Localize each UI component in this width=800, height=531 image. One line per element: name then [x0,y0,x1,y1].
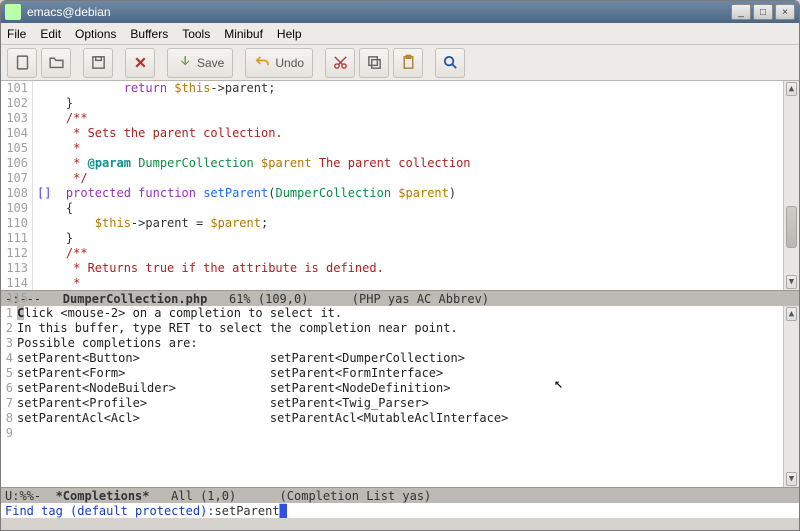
modeline-status: U:%%- [5,489,56,503]
modeline-position: All (1,0) [150,489,237,503]
save-button-icon[interactable] [83,48,113,78]
scroll-thumb[interactable] [786,206,797,248]
text-caret: █ [280,504,287,518]
menu-help[interactable]: Help [277,27,302,41]
scroll-down-arrow[interactable]: ▼ [786,275,797,289]
line-number-gutter: 1011021031041051061071081091101111121131… [1,81,33,290]
scissors-icon [332,54,349,71]
undo-button[interactable]: Undo [245,48,313,78]
menu-tools[interactable]: Tools [182,27,210,41]
editor-pane[interactable]: 1011021031041051061071081091101111121131… [1,81,799,290]
modeline-mode: (Completion List yas) [236,489,431,503]
open-file-button[interactable] [41,48,71,78]
close-button[interactable] [125,48,155,78]
modeline-filename: *Completions* [56,489,150,503]
completions-gutter: 123456789 [1,306,15,487]
window-minimize-button[interactable]: _ [731,4,751,20]
modeline-filename: DumperCollection.php [63,292,208,306]
file-icon [14,54,31,71]
window-titlebar: emacs@debian _ □ × [1,1,799,23]
cut-button[interactable] [325,48,355,78]
menu-bar: File Edit Options Buffers Tools Minibuf … [1,23,799,45]
window-title: emacs@debian [27,5,729,19]
mouse-cursor-icon: ↖ [554,376,563,391]
modeline-mode: (PHP yas AC Abbrev) [308,292,489,306]
x-icon [132,54,149,71]
code-content[interactable]: return $this->parent; } /** * Sets the p… [33,81,783,290]
paste-button[interactable] [393,48,423,78]
modeline-editor: -:--- DumperCollection.php 61% (109,0) (… [1,290,799,306]
menu-buffers[interactable]: Buffers [130,27,168,41]
undo-icon [254,54,271,71]
minibuffer-prompt: Find tag (default protected): [5,504,215,518]
completions-content[interactable]: Click <mouse-2> on a completion to selec… [15,306,783,487]
vertical-scrollbar[interactable]: ▲ ▼ [783,81,799,290]
folder-icon [48,54,65,71]
menu-file[interactable]: File [7,27,26,41]
minibuffer[interactable]: Find tag (default protected): setParent█ [1,503,799,518]
save-button[interactable]: Save [167,48,233,78]
scroll-up-arrow[interactable]: ▲ [786,82,797,96]
clipboard-icon [400,54,417,71]
menu-edit[interactable]: Edit [40,27,61,41]
menu-minibuf[interactable]: Minibuf [224,27,263,41]
save-label: Save [197,56,224,70]
scroll-down-arrow[interactable]: ▼ [786,472,797,486]
search-icon [442,54,459,71]
modeline-completions: U:%%- *Completions* All (1,0) (Completio… [1,487,799,503]
toolbar: Save Undo [1,45,799,81]
modeline-position: 61% (109,0) [207,292,308,306]
minibuffer-input[interactable]: setParent [215,504,280,518]
window-close-button[interactable]: × [775,4,795,20]
new-file-button[interactable] [7,48,37,78]
completions-pane[interactable]: 123456789 Click <mouse-2> on a completio… [1,306,799,487]
search-button[interactable] [435,48,465,78]
copy-icon [366,54,383,71]
undo-label: Undo [275,56,304,70]
scroll-up-arrow[interactable]: ▲ [786,307,797,321]
menu-options[interactable]: Options [75,27,116,41]
copy-button[interactable] [359,48,389,78]
completions-scrollbar[interactable]: ▲ ▼ [783,306,799,487]
floppy-icon [90,54,107,71]
save-arrow-icon [176,54,193,71]
window-maximize-button[interactable]: □ [753,4,773,20]
app-icon [5,4,21,20]
